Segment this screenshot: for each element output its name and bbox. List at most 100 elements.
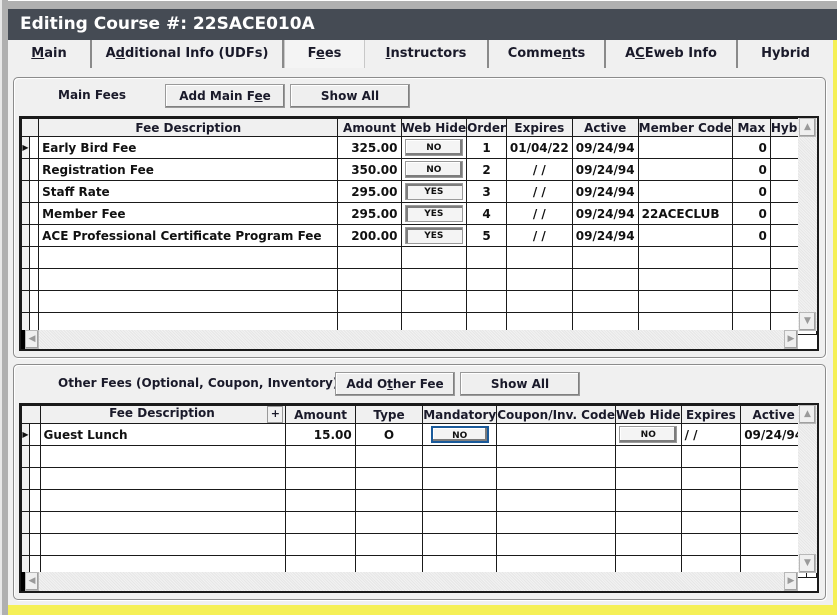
fee-description-cell[interactable]: ACE Professional Certificate Program Fee [38, 224, 339, 247]
scroll-down-button[interactable]: ▼ [799, 554, 816, 573]
active-cell[interactable]: 09/24/94 [571, 180, 639, 203]
tab-main[interactable]: Main [8, 40, 92, 68]
col-web-hide[interactable]: Web Hide [400, 118, 468, 137]
other-fees-vertical-scrollbar[interactable]: ▲ ▼ [798, 405, 817, 573]
col-mandatory[interactable]: Mandatory [422, 405, 498, 424]
row-selector[interactable] [21, 489, 30, 512]
web-hide-toggle[interactable]: YES [404, 183, 463, 200]
order-cell[interactable]: 1 [466, 136, 507, 159]
col-fee-description[interactable]: Fee Description + [39, 405, 287, 424]
amount-cell[interactable]: 350.00 [337, 158, 402, 181]
member-code-cell[interactable]: 22ACECLUB [637, 202, 733, 225]
row-selector[interactable] [21, 158, 30, 181]
main-fee-row[interactable]: Member Fee 295.00 YES 4 / /09/24/94 22ACECLU… [21, 202, 817, 225]
active-cell[interactable]: 09/24/94 [740, 423, 808, 446]
amount-cell[interactable]: 295.00 [337, 202, 402, 225]
row-selector[interactable] [21, 511, 30, 534]
tab-instructors[interactable]: Instructors [365, 40, 489, 68]
member-code-cell[interactable] [637, 224, 733, 247]
col-amount[interactable]: Amount [285, 405, 356, 424]
active-cell[interactable]: 09/24/94 [571, 202, 639, 225]
order-cell[interactable]: 2 [466, 158, 507, 181]
expires-cell[interactable]: / / [505, 202, 573, 225]
other-fees-horizontal-scrollbar[interactable]: ◀ ▶ [21, 572, 798, 591]
row-selector[interactable] [21, 268, 30, 291]
max-cell[interactable]: 0 [731, 224, 771, 247]
row-selector[interactable]: ▶ [21, 423, 30, 446]
web-hide-toggle[interactable]: NO [404, 161, 463, 178]
row-selector[interactable] [21, 180, 30, 203]
col-max[interactable]: Max [731, 118, 771, 137]
scroll-up-button[interactable]: ▲ [799, 405, 816, 424]
fee-description-cell[interactable]: Registration Fee [38, 158, 339, 181]
tab-additional-info[interactable]: Additional Info (UDFs) [92, 40, 284, 68]
max-cell[interactable]: 0 [731, 202, 771, 225]
max-cell[interactable]: 0 [731, 158, 771, 181]
col-active[interactable]: Active [571, 118, 639, 137]
amount-cell[interactable]: 15.00 [285, 423, 356, 446]
main-fees-show-all-button[interactable]: Show All [290, 84, 410, 108]
col-expires[interactable]: Expires [680, 405, 742, 424]
web-hide-toggle[interactable]: NO [619, 426, 678, 443]
amount-cell[interactable]: 295.00 [337, 180, 402, 203]
tab-hybrid[interactable]: Hybrid [738, 40, 833, 68]
web-hide-toggle[interactable]: YES [404, 227, 463, 244]
scroll-left-button[interactable]: ◀ [25, 330, 39, 349]
expires-cell[interactable]: 01/04/22 [505, 136, 573, 159]
col-coupon-code[interactable]: Coupon/Inv. Code [496, 405, 616, 424]
web-hide-toggle[interactable]: NO [404, 139, 463, 156]
expand-plus-button[interactable]: + [267, 406, 284, 423]
main-fees-vertical-scrollbar[interactable]: ▲ ▼ [798, 118, 817, 331]
other-fee-row[interactable]: ▶ Guest Lunch 15.00 O NO NO / /09/24/94 [21, 423, 817, 446]
max-cell[interactable]: 0 [731, 136, 771, 159]
scroll-right-button[interactable]: ▶ [784, 330, 798, 349]
expires-cell[interactable]: / / [505, 224, 573, 247]
amount-cell[interactable]: 200.00 [337, 224, 402, 247]
add-other-fee-button[interactable]: Add Other Fee [335, 372, 455, 396]
row-selector[interactable] [21, 467, 30, 490]
main-fee-row[interactable]: Registration Fee 350.00 NO 2 / /09/24/94 0 [21, 158, 817, 181]
active-cell[interactable]: 09/24/94 [571, 224, 639, 247]
order-cell[interactable]: 5 [466, 224, 507, 247]
col-expires[interactable]: Expires [505, 118, 573, 137]
mandatory-toggle[interactable]: NO [430, 426, 489, 443]
col-member-code[interactable]: Member Code [637, 118, 733, 137]
max-cell[interactable]: 0 [731, 180, 771, 203]
row-selector[interactable] [21, 533, 30, 556]
tab-comments[interactable]: Comments [489, 40, 606, 68]
row-selector[interactable] [21, 202, 30, 225]
scroll-up-button[interactable]: ▲ [799, 118, 816, 137]
main-fee-row[interactable]: ▶ Early Bird Fee 325.00 NO 1 01/04/22 09/24/94… [21, 136, 817, 159]
web-hide-toggle[interactable]: YES [404, 205, 463, 222]
expires-cell[interactable]: / / [505, 180, 573, 203]
active-cell[interactable]: 09/24/94 [571, 158, 639, 181]
col-active[interactable]: Active [740, 405, 808, 424]
add-main-fee-button[interactable]: Add Main Fee [165, 84, 285, 108]
col-order[interactable]: Order [466, 118, 507, 137]
fee-description-cell[interactable]: Guest Lunch [39, 423, 287, 446]
member-code-cell[interactable] [637, 136, 733, 159]
scroll-left-button[interactable]: ◀ [25, 572, 39, 591]
expires-cell[interactable]: / / [680, 423, 742, 446]
main-fee-row[interactable]: ACE Professional Certificate Program Fee… [21, 224, 817, 247]
order-cell[interactable]: 4 [466, 202, 507, 225]
main-fees-horizontal-scrollbar[interactable]: ◀ ▶ [21, 330, 798, 349]
other-fees-show-all-button[interactable]: Show All [460, 372, 580, 396]
member-code-cell[interactable] [637, 158, 733, 181]
amount-cell[interactable]: 325.00 [337, 136, 402, 159]
order-cell[interactable]: 3 [466, 180, 507, 203]
expires-cell[interactable]: / / [505, 158, 573, 181]
col-amount[interactable]: Amount [337, 118, 402, 137]
fee-description-cell[interactable]: Staff Rate [38, 180, 339, 203]
col-web-hide[interactable]: Web Hide [614, 405, 682, 424]
fee-description-cell[interactable]: Early Bird Fee [38, 136, 339, 159]
member-code-cell[interactable] [637, 180, 733, 203]
row-selector[interactable] [21, 445, 30, 468]
row-selector[interactable] [21, 290, 30, 313]
scroll-right-button[interactable]: ▶ [784, 572, 798, 591]
type-cell[interactable]: O [354, 423, 424, 446]
tab-fees[interactable]: Fees [284, 40, 365, 69]
row-selector[interactable] [21, 224, 30, 247]
scroll-down-button[interactable]: ▼ [799, 312, 816, 331]
coupon-code-cell[interactable] [496, 423, 616, 446]
